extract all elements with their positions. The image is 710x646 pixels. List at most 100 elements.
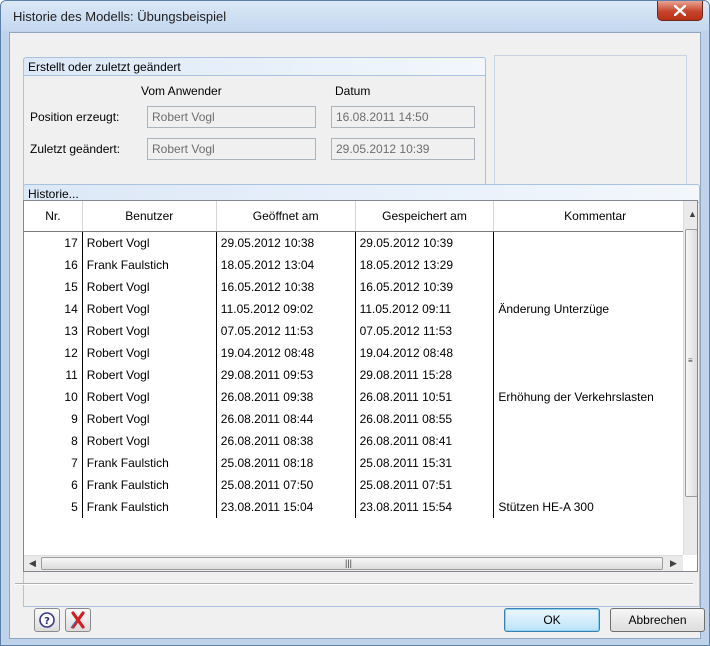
cell-nr: 6 [24,474,83,496]
created-date-field: 16.08.2011 14:50 [331,106,475,128]
changed-by-field: Robert Vogl [147,138,316,160]
cell-nr: 5 [24,496,83,518]
help-icon: ? [39,612,55,628]
cell-nr: 8 [24,430,83,452]
column-header-saved[interactable]: Gespeichert am [355,201,495,232]
cell-nr: 13 [24,320,83,342]
cell-nr: 12 [24,342,83,364]
cell-saved: 23.08.2011 15:54 [355,496,495,518]
footer-separator [15,583,693,585]
table-row[interactable]: 15 Robert Vogl 16.05.2012 10:38 16.05.20… [24,276,697,298]
table-row[interactable]: 14 Robert Vogl 11.05.2012 09:02 11.05.20… [24,298,697,320]
header-date: Datum [335,84,371,98]
cell-nr: 11 [24,364,83,386]
preview-panel [494,55,687,194]
cell-user: Robert Vogl [82,276,217,298]
created-group [23,76,486,194]
cell-user: Robert Vogl [82,231,217,254]
table-row[interactable]: 11 Robert Vogl 29.08.2011 09:53 29.08.20… [24,364,697,386]
svg-text:?: ? [44,616,50,627]
cell-opened: 26.08.2011 08:44 [216,408,356,430]
cell-comment [493,231,697,254]
cell-saved: 16.05.2012 10:39 [355,276,495,298]
grip-icon: ≡ [688,356,693,365]
horizontal-scrollbar[interactable]: ◀ ||| ▶ [24,555,683,571]
cell-saved: 07.05.2012 11:53 [355,320,495,342]
cell-nr: 9 [24,408,83,430]
cell-opened: 19.04.2012 08:48 [216,342,356,364]
cell-opened: 25.08.2011 07:50 [216,474,356,496]
cell-user: Robert Vogl [82,320,217,342]
title-bar: Historie des Modells: Übungsbeispiel [1,1,709,31]
table-row[interactable]: 17 Robert Vogl 29.05.2012 10:38 29.05.20… [24,231,697,254]
cell-opened: 07.05.2012 11:53 [216,320,356,342]
table-row[interactable]: 5 Frank Faulstich 23.08.2011 15:04 23.08… [24,496,697,518]
window-title: Historie des Modells: Übungsbeispiel [13,9,227,24]
table-row[interactable]: 12 Robert Vogl 19.04.2012 08:48 19.04.20… [24,342,697,364]
position-created-label: Position erzeugt: [30,110,120,124]
table-row[interactable]: 16 Frank Faulstich 18.05.2012 13:04 18.0… [24,254,697,276]
table-row[interactable]: 7 Frank Faulstich 25.08.2011 08:18 25.08… [24,452,697,474]
cell-user: Robert Vogl [82,364,217,386]
delete-button[interactable] [65,608,91,632]
cell-comment [493,342,697,364]
cell-user: Robert Vogl [82,342,217,364]
grip-icon: ||| [345,558,353,568]
close-icon [674,5,686,16]
cell-comment [493,320,697,342]
cell-nr: 14 [24,298,83,320]
header-user: Vom Anwender [141,84,222,98]
scroll-up-icon[interactable]: ▲ [688,209,697,219]
table-row[interactable]: 8 Robert Vogl 26.08.2011 08:38 26.08.201… [24,430,697,452]
vertical-scroll-thumb[interactable]: ≡ [685,229,697,497]
cell-comment [493,276,697,298]
cell-saved: 25.08.2011 07:51 [355,474,495,496]
cell-opened: 11.05.2012 09:02 [216,298,356,320]
cancel-button[interactable]: Abbrechen [610,608,705,632]
table-row[interactable]: 6 Frank Faulstich 25.08.2011 07:50 25.08… [24,474,697,496]
cell-opened: 18.05.2012 13:04 [216,254,356,276]
cell-comment [493,474,697,496]
cell-user: Frank Faulstich [82,254,217,276]
cell-saved: 26.08.2011 08:41 [355,430,495,452]
cell-comment [493,452,697,474]
cell-user: Robert Vogl [82,386,217,408]
cell-saved: 26.08.2011 08:55 [355,408,495,430]
delete-icon [70,611,85,629]
close-button[interactable] [657,1,703,21]
help-button[interactable]: ? [34,608,60,632]
cell-user: Frank Faulstich [82,452,217,474]
table-row[interactable]: 13 Robert Vogl 07.05.2012 11:53 07.05.20… [24,320,697,342]
history-table: Nr. Benutzer Geöffnet am Gespeichert am … [23,200,698,572]
cell-user: Robert Vogl [82,408,217,430]
last-changed-label: Zuletzt geändert: [30,142,121,156]
ok-button[interactable]: OK [504,608,600,632]
table-row[interactable]: 10 Robert Vogl 26.08.2011 09:38 26.08.20… [24,386,697,408]
cell-user: Frank Faulstich [82,496,217,518]
cell-nr: 16 [24,254,83,276]
vertical-scrollbar[interactable]: ▲ ≡ [683,201,697,555]
column-header-user[interactable]: Benutzer [82,201,217,232]
cell-opened: 26.08.2011 08:38 [216,430,356,452]
cell-opened: 29.08.2011 09:53 [216,364,356,386]
scroll-left-icon[interactable]: ◀ [29,558,36,569]
cell-user: Frank Faulstich [82,474,217,496]
changed-date-field: 29.05.2012 10:39 [331,138,475,160]
cell-saved: 29.08.2011 15:28 [355,364,495,386]
cell-comment: Erhöhung der Verkehrslasten [493,386,697,408]
cell-comment [493,408,697,430]
cell-saved: 11.05.2012 09:11 [355,298,495,320]
table-row[interactable]: 9 Robert Vogl 26.08.2011 08:44 26.08.201… [24,408,697,430]
cell-saved: 26.08.2011 10:51 [355,386,495,408]
cell-saved: 29.05.2012 10:39 [355,231,495,254]
horizontal-scroll-thumb[interactable]: ||| [41,557,663,570]
scroll-right-icon[interactable]: ▶ [670,558,677,569]
column-header-nr[interactable]: Nr. [24,201,83,232]
cell-opened: 29.05.2012 10:38 [216,231,356,254]
column-header-opened[interactable]: Geöffnet am [216,201,356,232]
cell-comment [493,254,697,276]
column-header-comment[interactable]: Kommentar [493,201,697,232]
created-group-title: Erstellt oder zuletzt geändert [23,57,486,76]
history-dialog: Historie des Modells: Übungsbeispiel Ers… [0,0,710,646]
cell-opened: 23.08.2011 15:04 [216,496,356,518]
